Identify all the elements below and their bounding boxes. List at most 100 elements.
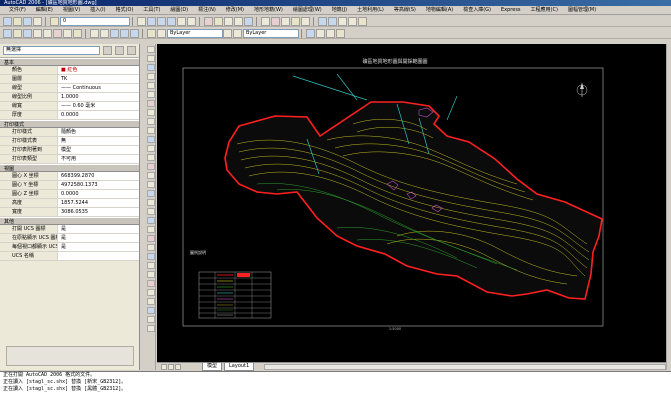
- tool-palette-icon[interactable]: [224, 16, 233, 26]
- property-value[interactable]: —— 0.60 毫米: [58, 102, 139, 110]
- menu-check[interactable]: 檢查入庫(G): [458, 6, 496, 15]
- cut-icon[interactable]: [271, 16, 280, 26]
- text-style-icon[interactable]: [223, 28, 232, 38]
- menu-contour[interactable]: 等高線(S): [389, 6, 421, 15]
- horizontal-scrollbar[interactable]: [264, 363, 666, 370]
- revision-cloud-icon[interactable]: [146, 109, 155, 116]
- extend-icon[interactable]: [146, 289, 155, 296]
- save-icon[interactable]: [23, 28, 32, 38]
- drawing-canvas[interactable]: 礦區地質地形圖與開採範圍圖 圖例說明 1:5000: [157, 44, 666, 362]
- property-value[interactable]: [58, 252, 139, 260]
- paste-icon[interactable]: [291, 16, 300, 26]
- ortho-icon[interactable]: [326, 28, 335, 38]
- menu-feature-edit[interactable]: 地物編輯(A): [421, 6, 458, 15]
- zoom-window-icon[interactable]: [157, 16, 166, 26]
- menu-terrain[interactable]: 地形地籍(W): [249, 6, 288, 15]
- menu-tools[interactable]: 工具(T): [138, 6, 165, 15]
- open-file-icon[interactable]: [13, 16, 22, 26]
- section-other[interactable]: 其他: [0, 217, 139, 225]
- property-value[interactable]: 0.0000: [58, 190, 139, 198]
- open-icon[interactable]: [13, 28, 22, 38]
- new-icon[interactable]: [3, 28, 12, 38]
- dim-style-icon[interactable]: [233, 28, 242, 38]
- save-icon[interactable]: [23, 16, 32, 26]
- property-value[interactable]: 模型: [58, 146, 139, 154]
- extra-tool-icon[interactable]: [348, 16, 357, 26]
- property-value[interactable]: 隨顏色: [58, 128, 139, 136]
- copy-icon[interactable]: [63, 28, 72, 38]
- pan-icon[interactable]: [137, 16, 146, 26]
- toggle-pickadd-icon[interactable]: [127, 46, 136, 55]
- property-value[interactable]: 668399.2870: [58, 172, 139, 180]
- zoom-icon[interactable]: [110, 28, 119, 38]
- property-row[interactable]: 圓心 Y 坐標 4972580.1373: [0, 181, 139, 190]
- property-value[interactable]: 是: [58, 243, 139, 251]
- construction-line-icon[interactable]: [146, 55, 155, 62]
- menu-engineering[interactable]: 工程應用(C): [526, 6, 563, 15]
- property-value[interactable]: 1857.5244: [58, 199, 139, 207]
- insert-block-icon[interactable]: [146, 136, 155, 143]
- properties-icon[interactable]: [204, 16, 213, 26]
- menu-edit[interactable]: 編輯(E): [31, 6, 58, 15]
- menu-dimension[interactable]: 標注(N): [193, 6, 221, 15]
- menu-format[interactable]: 格式(O): [111, 6, 139, 15]
- polyline-icon[interactable]: [146, 64, 155, 71]
- property-row[interactable]: 高度 1857.5244: [0, 199, 139, 208]
- section-view[interactable]: 視圖: [0, 164, 139, 172]
- property-row[interactable]: 線寬 —— 0.60 毫米: [0, 102, 139, 111]
- property-row[interactable]: 打開 UCS 圖標是: [0, 225, 139, 234]
- grid-icon[interactable]: [316, 28, 325, 38]
- polygon-icon[interactable]: [146, 73, 155, 80]
- match-properties-icon[interactable]: [301, 16, 310, 26]
- array-icon[interactable]: [146, 235, 155, 242]
- stretch-icon[interactable]: [146, 271, 155, 278]
- property-row[interactable]: 圓心 Z 坐標 0.0000: [0, 190, 139, 199]
- undo-icon[interactable]: [90, 28, 99, 38]
- property-row[interactable]: 在原點顯示 UCS 圖標是: [0, 234, 139, 243]
- markup-icon[interactable]: [234, 16, 243, 26]
- redo-icon[interactable]: [328, 16, 337, 26]
- new-file-icon[interactable]: [3, 16, 12, 26]
- ellipse-icon[interactable]: [146, 127, 155, 134]
- calculator-icon[interactable]: [244, 16, 253, 26]
- mtext-icon[interactable]: [146, 190, 155, 197]
- menu-cadastre[interactable]: 地籍(J): [327, 6, 352, 15]
- first-tab-icon[interactable]: [161, 363, 167, 370]
- property-row[interactable]: 打印樣式 隨顏色: [0, 128, 139, 137]
- copy-object-icon[interactable]: [146, 208, 155, 215]
- vertical-scrollbar[interactable]: [666, 44, 671, 370]
- layer-manager-icon[interactable]: [50, 16, 59, 26]
- paste-icon[interactable]: [73, 28, 82, 38]
- arc-icon[interactable]: [146, 91, 155, 98]
- menu-modify[interactable]: 修改(M): [221, 6, 249, 15]
- menu-sheet[interactable]: 圖幅管理(M): [563, 6, 601, 15]
- mirror-icon[interactable]: [146, 217, 155, 224]
- table-icon[interactable]: [146, 181, 155, 188]
- zoom-previous-icon[interactable]: [167, 16, 176, 26]
- region-icon[interactable]: [146, 172, 155, 179]
- section-general[interactable]: 基本: [0, 58, 139, 66]
- copy-icon[interactable]: [281, 16, 290, 26]
- command-line[interactable]: 正在打開 AutoCAD 2006 格式的文件。 正在讀入 [stagl_sc.…: [0, 371, 671, 399]
- section-print-style[interactable]: 打印樣式: [0, 120, 139, 128]
- rotate-icon[interactable]: [146, 253, 155, 260]
- property-row[interactable]: 厚度 0.0000: [0, 111, 139, 120]
- property-row[interactable]: 顏色 ■ 紅色: [0, 66, 139, 75]
- zoom-realtime-icon[interactable]: [147, 16, 156, 26]
- snap-icon[interactable]: [306, 28, 315, 38]
- property-row[interactable]: UCS 名稱: [0, 252, 139, 261]
- property-row[interactable]: 圖層 TK: [0, 75, 139, 84]
- redo-icon[interactable]: [100, 28, 109, 38]
- next-tab-icon[interactable]: [175, 363, 181, 370]
- hatch-icon[interactable]: [146, 163, 155, 170]
- color-combo[interactable]: ByLayer: [167, 28, 223, 38]
- menu-insert[interactable]: 插入(I): [85, 6, 110, 15]
- select-objects-icon[interactable]: [115, 46, 125, 55]
- property-value[interactable]: 4972580.1373: [58, 181, 139, 189]
- zoom-extents-icon[interactable]: [130, 28, 139, 38]
- extra-tool-icon[interactable]: [358, 16, 367, 26]
- property-value[interactable]: 無: [58, 137, 139, 145]
- menu-express[interactable]: Express: [496, 6, 526, 15]
- menu-file[interactable]: 文件(F): [4, 6, 31, 15]
- property-value[interactable]: —— Continuous: [58, 84, 139, 92]
